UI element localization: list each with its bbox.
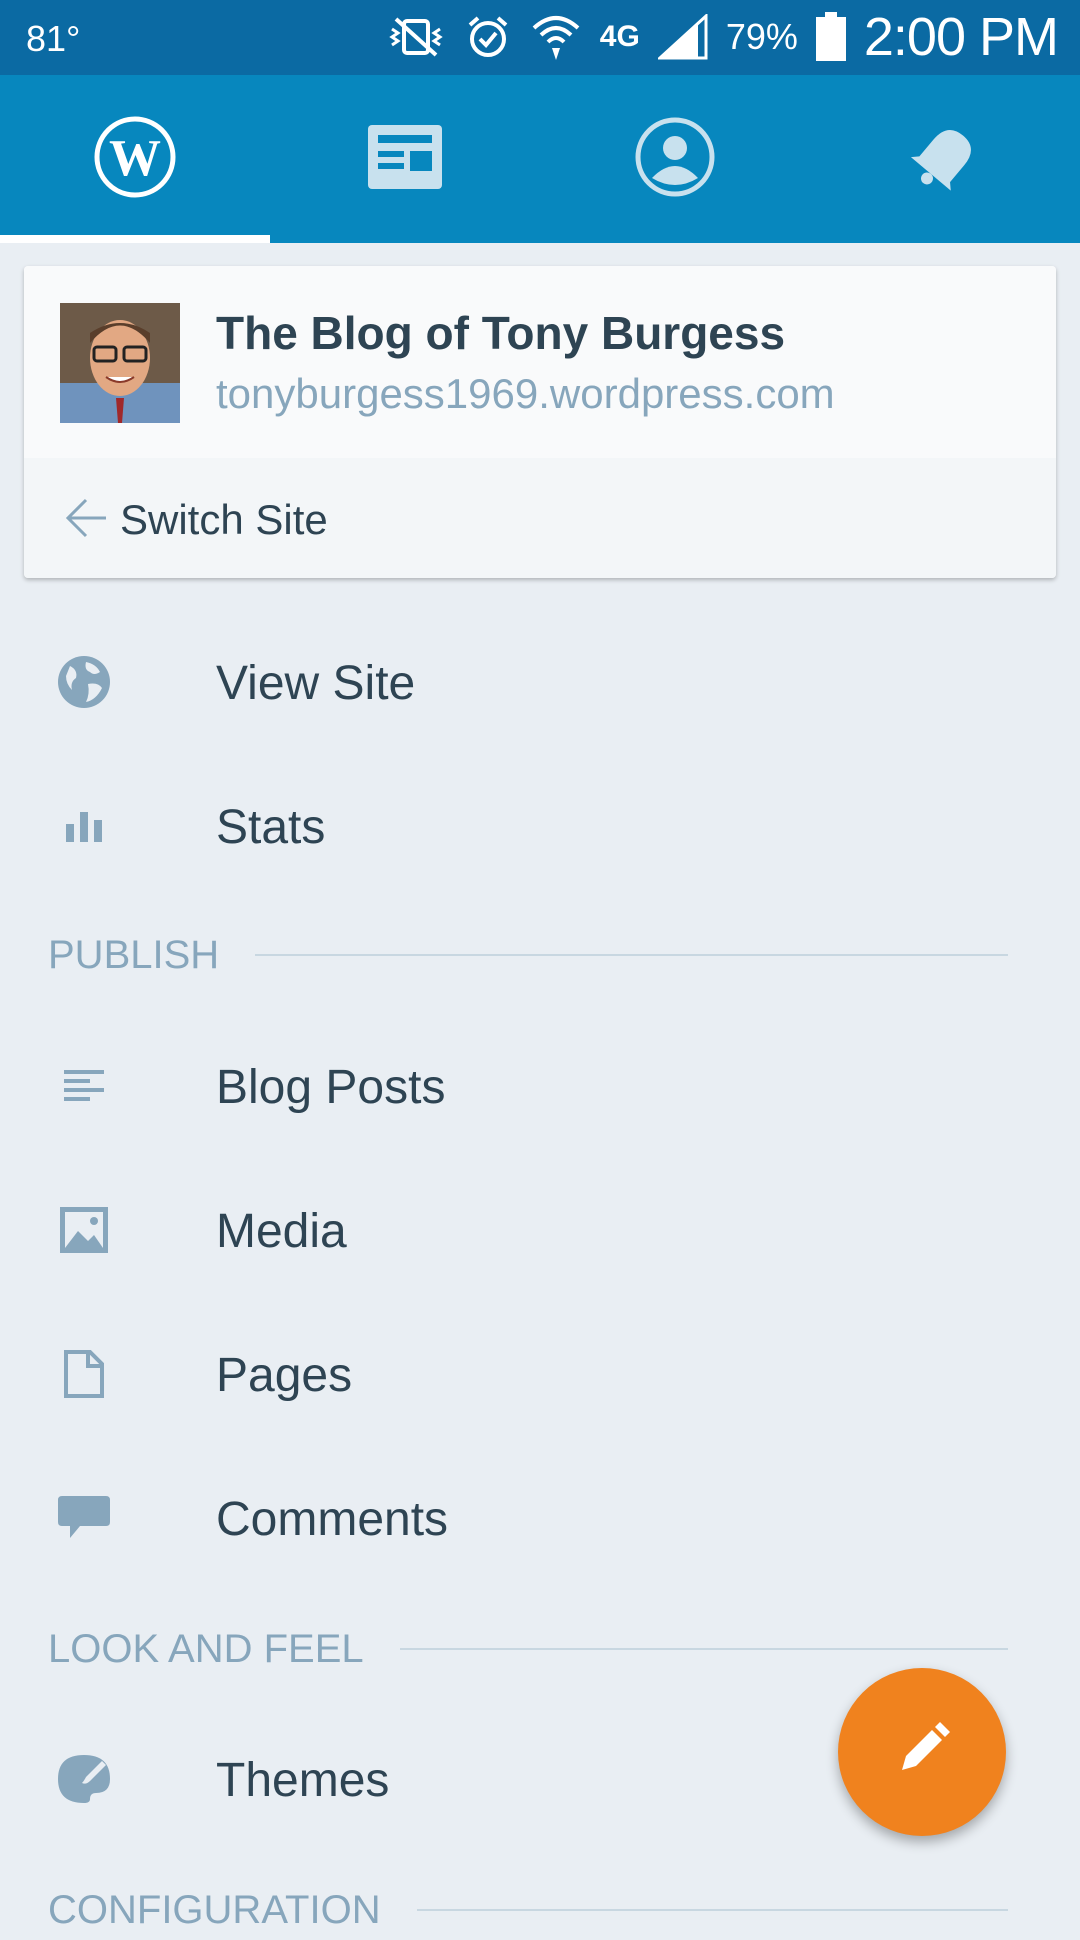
- divider: [416, 1909, 1008, 1911]
- bar-chart-icon: [48, 798, 120, 854]
- palette-icon: [48, 1751, 120, 1807]
- image-icon: [48, 1202, 120, 1258]
- tab-notifications[interactable]: [810, 75, 1080, 243]
- arrow-left-icon: [64, 496, 108, 545]
- divider: [255, 954, 1008, 956]
- menu-item-view-site[interactable]: View Site: [0, 622, 1080, 742]
- divider: [399, 1648, 1008, 1650]
- menu-item-label: Comments: [216, 1493, 449, 1546]
- site-avatar: [60, 303, 180, 423]
- svg-text:W: W: [109, 130, 161, 187]
- site-url: tonyburgess1969.wordpress.com: [216, 370, 835, 417]
- status-bar: 81° 4G 79% 2:00 PM: [0, 0, 1080, 75]
- switch-site-label: Switch Site: [120, 496, 328, 543]
- status-icons: 4G 79% 2:00 PM: [386, 6, 1059, 68]
- page-icon: [48, 1346, 120, 1402]
- battery-percent: 79%: [725, 16, 798, 57]
- menu-item-comments[interactable]: Comments: [0, 1458, 1080, 1578]
- site-header[interactable]: The Blog of Tony Burgess tonyburgess1969…: [24, 266, 1056, 458]
- menu-item-label: Blog Posts: [216, 1061, 446, 1114]
- menu-item-label: Stats: [216, 801, 326, 854]
- posts-icon: [48, 1058, 120, 1114]
- tab-me[interactable]: [540, 75, 810, 243]
- section-header-label: LOOK AND FEEL: [48, 1626, 364, 1671]
- globe-icon: [48, 654, 120, 710]
- site-card: The Blog of Tony Burgess tonyburgess1969…: [24, 266, 1056, 578]
- comment-icon: [48, 1490, 120, 1546]
- site-title: The Blog of Tony Burgess: [216, 307, 786, 359]
- alarm-icon: [464, 13, 512, 61]
- bell-icon: [905, 117, 985, 202]
- temperature: 81°: [26, 18, 81, 59]
- menu-item-stats[interactable]: Stats: [0, 766, 1080, 886]
- wifi-icon: [530, 12, 582, 62]
- section-header-label: PUBLISH: [48, 932, 220, 977]
- tab-reader[interactable]: [270, 75, 540, 243]
- profile-icon: [634, 116, 716, 203]
- menu-item-label: Media: [216, 1205, 347, 1258]
- section-header-publish: PUBLISH: [48, 925, 1008, 985]
- menu-item-label: Pages: [216, 1349, 353, 1402]
- switch-site-button[interactable]: Switch Site: [24, 458, 1056, 578]
- section-header-label: CONFIGURATION: [48, 1887, 381, 1932]
- new-post-button[interactable]: [838, 1668, 1006, 1836]
- menu-item-label: Themes: [216, 1754, 390, 1807]
- wordpress-icon: W: [93, 115, 177, 204]
- clock: 2:00 PM: [863, 7, 1059, 67]
- tab-my-sites[interactable]: W: [0, 75, 270, 243]
- section-header-look-and-feel: LOOK AND FEEL: [48, 1619, 1008, 1679]
- menu-item-label: View Site: [216, 657, 416, 710]
- reader-icon: [368, 124, 442, 194]
- pencil-icon: [892, 1720, 952, 1785]
- menu-item-blog-posts[interactable]: Blog Posts: [0, 1026, 1080, 1146]
- menu-item-media[interactable]: Media: [0, 1170, 1080, 1290]
- section-header-configuration: CONFIGURATION: [48, 1880, 1008, 1940]
- lte-icon: 4G: [599, 20, 640, 53]
- tab-bar: W: [0, 75, 1080, 243]
- signal-icon: [657, 14, 708, 60]
- vibrate-mute-icon: [386, 13, 446, 61]
- menu-item-pages[interactable]: Pages: [0, 1314, 1080, 1434]
- battery-icon: [815, 12, 846, 62]
